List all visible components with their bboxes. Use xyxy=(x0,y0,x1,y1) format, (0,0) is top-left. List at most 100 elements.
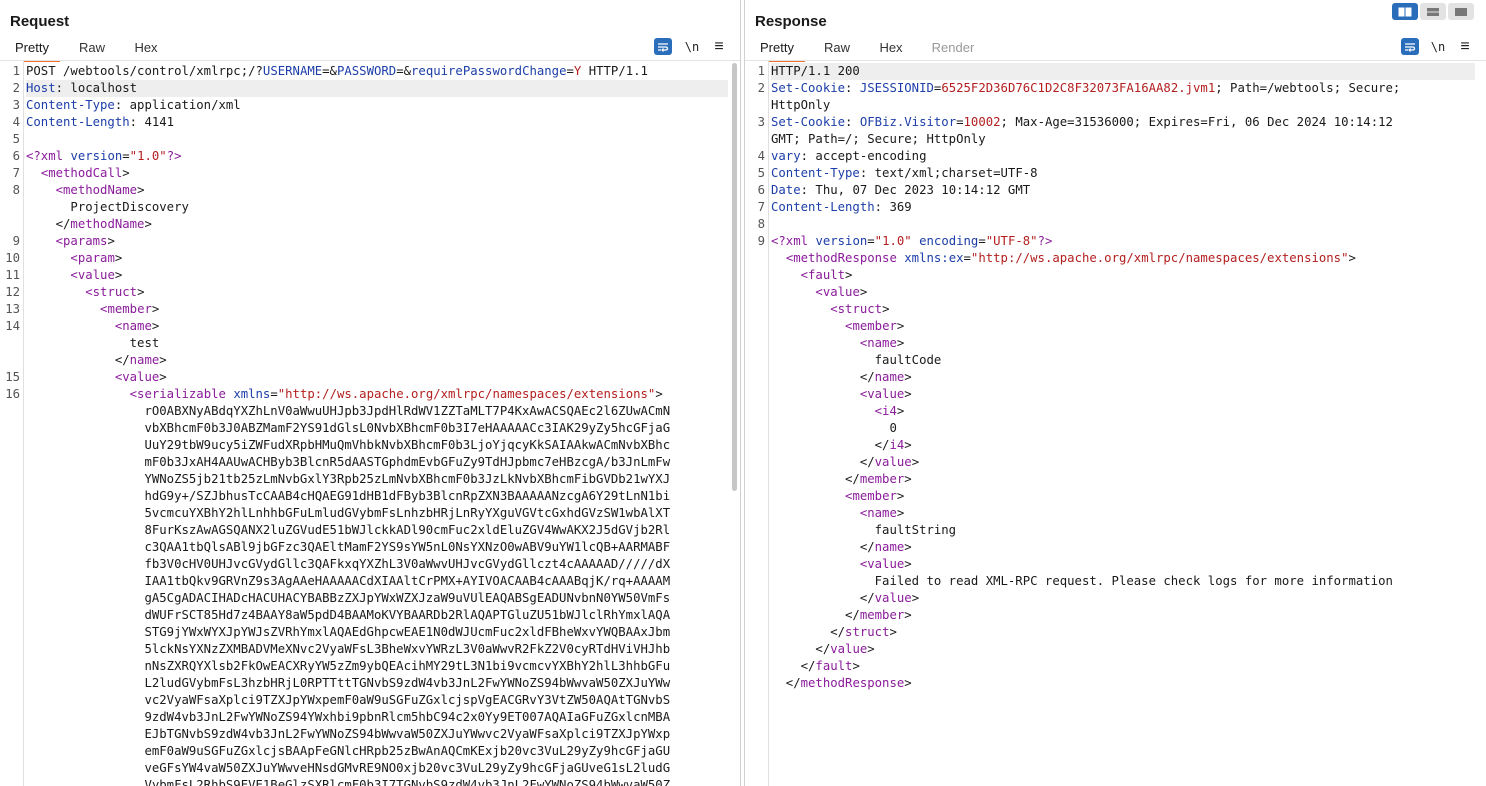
token: : application/xml xyxy=(114,98,241,112)
line-text: </member> xyxy=(771,607,1475,624)
line-text: <fault> xyxy=(771,267,1475,284)
line-text: <name> xyxy=(26,318,728,335)
response-show-newlines-button[interactable]: \n xyxy=(1429,38,1447,55)
layout-side-by-side-button[interactable] xyxy=(1392,3,1418,20)
line-text: Set-Cookie: JSESSIONID=6525F2D36D76C1D2C… xyxy=(771,80,1475,97)
response-tab-hex[interactable]: Hex xyxy=(869,38,913,60)
request-tab-hex[interactable]: Hex xyxy=(124,38,168,60)
line-number: 3 xyxy=(757,115,765,129)
token: fault xyxy=(815,659,853,673)
code-line: <member> xyxy=(745,488,1486,505)
token: xmlns:ex xyxy=(904,251,964,265)
token: HttpOnly xyxy=(771,98,831,112)
line-number: 11 xyxy=(5,268,20,282)
line-text: <params> xyxy=(26,233,728,250)
token: = xyxy=(270,387,278,401)
line-text: POST /webtools/control/xmlrpc;/?USERNAME… xyxy=(26,63,728,80)
token: </ xyxy=(771,540,875,554)
code-line: ProjectDiscovery xyxy=(0,199,740,216)
code-line: 4 Content-Length: 4141 xyxy=(0,114,740,131)
token: <value xyxy=(70,268,115,282)
response-wrap-lines-button[interactable] xyxy=(1401,38,1419,55)
code-line: <fault> xyxy=(745,267,1486,284)
token: > xyxy=(867,642,875,656)
token: GMT; Path=/; Secure; HttpOnly xyxy=(771,132,986,146)
token: IAA1tbQkv9GRVnZ9s3AgAAeHAAAAACdXIAAltCrP… xyxy=(26,574,671,588)
token: </ xyxy=(771,642,831,656)
request-show-newlines-button[interactable]: \n xyxy=(683,38,701,55)
response-menu-icon[interactable]: ≡ xyxy=(1456,38,1474,55)
line-number: 9 xyxy=(757,234,765,248)
token: EJbTGNvbS9zdW4vb3JnL2FwYWNoZS94bWwvaW50Z… xyxy=(26,727,671,741)
token: value xyxy=(874,591,912,605)
line-text: <i4> xyxy=(771,403,1475,420)
token: : 4141 xyxy=(129,115,175,129)
token: methodResponse xyxy=(800,676,905,690)
code-line: <methodResponse xmlns:ex="http://ws.apac… xyxy=(745,250,1486,267)
response-tab-pretty[interactable]: Pretty xyxy=(749,38,805,62)
line-text: 5lckNsYXNzZXMBADVMeXNvc2VyaWFsL3BheWxvYW… xyxy=(26,641,728,658)
code-line: </i4> xyxy=(745,437,1486,454)
token: UuY29tbW9ucy5iZWFudXRpbHMuQmVhbkNvbXBhcm… xyxy=(26,438,671,452)
layout-top-bottom-button[interactable] xyxy=(1420,3,1446,20)
token: L2ludGVybmFsL3hzbHRjL0RPTTttTGNvbS9zdW4v… xyxy=(26,676,671,690)
line-text: gA5CgADACIHADcHACUHACYBABBzZXJpYWxWZXJza… xyxy=(26,590,728,607)
code-line: 14 <name> xyxy=(0,318,740,335)
response-editor[interactable]: 1 HTTP/1.1 200 2 Set-Cookie: JSESSIONID=652… xyxy=(745,61,1486,786)
token: <?xml xyxy=(771,234,809,248)
token: > xyxy=(904,472,912,486)
line-text: </methodResponse> xyxy=(771,675,1475,692)
line-number: 1 xyxy=(757,64,765,78)
code-line: HttpOnly xyxy=(745,97,1486,114)
token: </ xyxy=(771,676,801,690)
response-tab-raw[interactable]: Raw xyxy=(805,38,869,60)
token: > xyxy=(151,319,160,333)
token: ProjectDiscovery xyxy=(26,200,189,214)
code-line: </struct> xyxy=(745,624,1486,641)
code-line: 6 <?xml version="1.0"?> xyxy=(0,148,740,165)
code-line: </value> xyxy=(745,641,1486,658)
token: value xyxy=(830,642,868,656)
token: vc2VyaWFsaXplci9TZXJpYWxpemF0aW9uSGFuZGx… xyxy=(26,693,671,707)
token: 10002 xyxy=(963,115,1001,129)
code-line: 1 HTTP/1.1 200 xyxy=(745,63,1486,80)
response-pane: Response Pretty Raw Hex Render \n ≡ 1 HTT… xyxy=(744,0,1486,786)
request-tab-raw[interactable]: Raw xyxy=(60,38,124,60)
code-line: </name> xyxy=(0,352,740,369)
token: STG9jYWxWYXJpYWJsZVRhYmxlAQAEdGhpcwEAE1N… xyxy=(26,625,671,639)
response-tab-render[interactable]: Render xyxy=(913,38,993,60)
code-line: </fault> xyxy=(745,658,1486,675)
request-editor[interactable]: 1 POST /webtools/control/xmlrpc;/?USERNAM… xyxy=(0,61,740,786)
token: name xyxy=(129,353,160,367)
code-line: test xyxy=(0,335,740,352)
request-wrap-lines-button[interactable] xyxy=(654,38,672,55)
token: : 369 xyxy=(874,200,912,214)
line-number: 4 xyxy=(12,115,20,129)
token: i4 xyxy=(889,438,905,452)
token: struct xyxy=(845,625,890,639)
token: emF0aW9uSGFuZGxlcjsBAApFeGNlcHRpb25zBwAn… xyxy=(26,744,671,758)
line-text: <member> xyxy=(771,318,1475,335)
token: </ xyxy=(771,591,875,605)
token: "http://ws.apache.org/xmlrpc/namespaces/… xyxy=(277,387,656,401)
request-scrollbar[interactable] xyxy=(729,61,740,786)
token: <member xyxy=(845,319,897,333)
token: 5lckNsYXNzZXMBADVMeXNvc2VyaWFsL3BheWxvYW… xyxy=(26,642,671,656)
line-text: </fault> xyxy=(771,658,1475,675)
line-text: fb3V0cHV0UHJvcGVydGllc3QAFkxqYXZhL3V0aWw… xyxy=(26,556,728,573)
line-number: 15 xyxy=(5,370,20,384)
request-tab-pretty[interactable]: Pretty xyxy=(4,38,60,62)
token: version xyxy=(70,149,123,163)
request-menu-icon[interactable]: ≡ xyxy=(710,38,728,55)
line-number: 9 xyxy=(12,234,20,248)
line-text: Date: Thu, 07 Dec 2023 10:14:12 GMT xyxy=(771,182,1475,199)
token: > xyxy=(911,455,920,469)
token: <params xyxy=(55,234,108,248)
code-line: 3 Content-Type: application/xml xyxy=(0,97,740,114)
request-scrollbar-thumb[interactable] xyxy=(732,63,737,491)
layout-single-button[interactable] xyxy=(1448,3,1474,20)
line-text: <value> xyxy=(771,556,1475,573)
code-line: c3QAA1tbQlsABl9jbGFzc3QAEltMamF2YS9sYW5n… xyxy=(0,539,740,556)
code-line: EJbTGNvbS9zdW4vb3JnL2FwYWNoZS94bWwvaW50Z… xyxy=(0,726,740,743)
